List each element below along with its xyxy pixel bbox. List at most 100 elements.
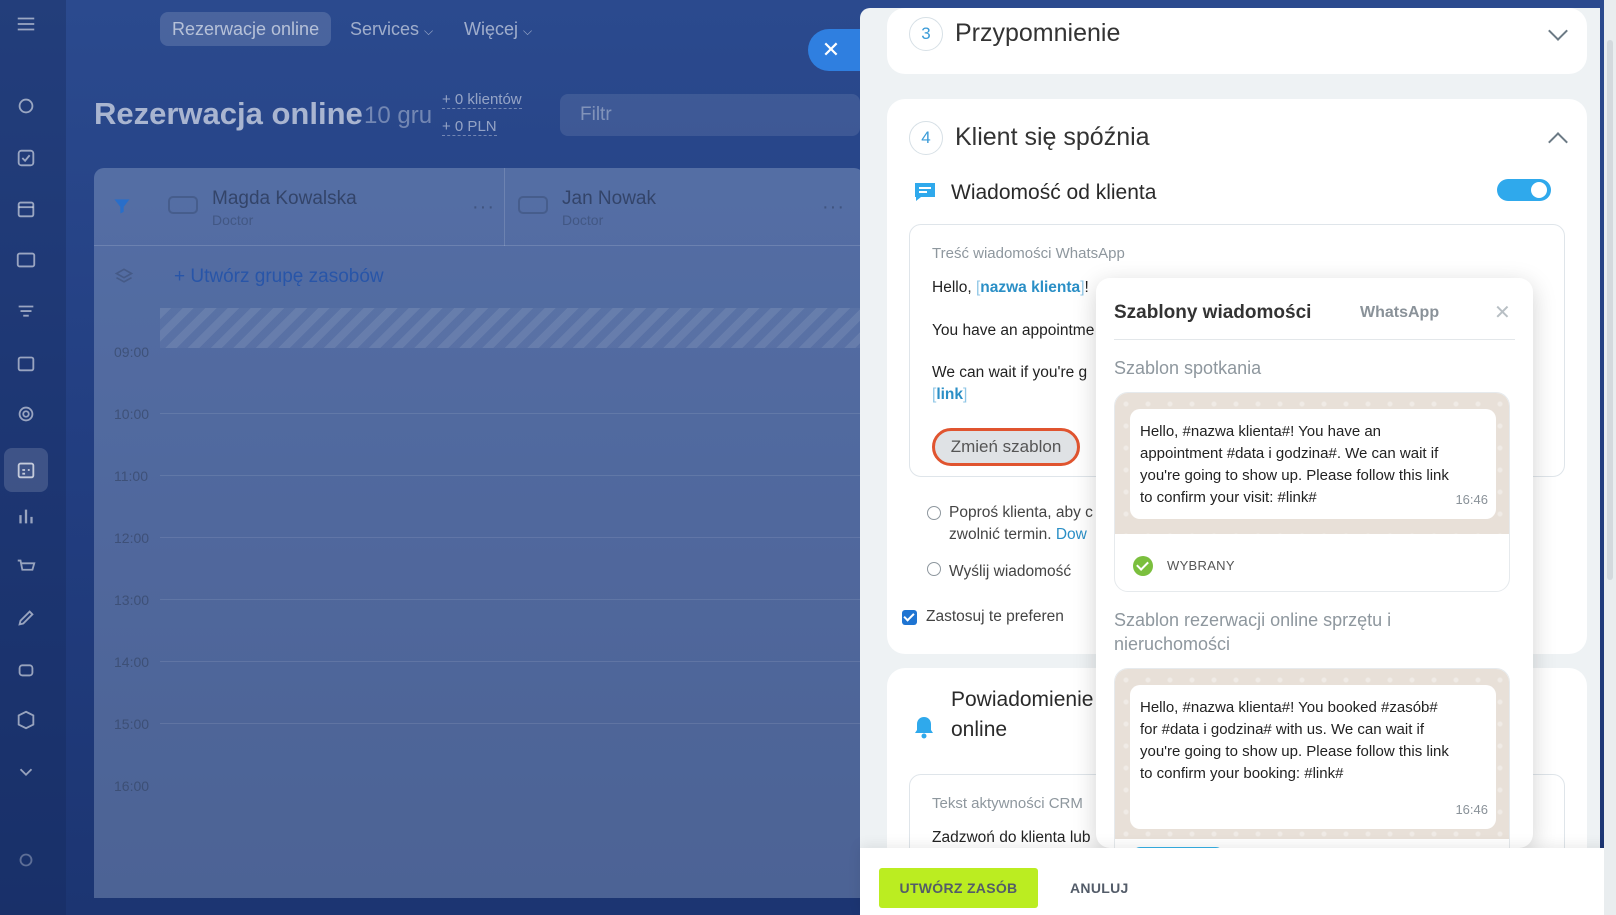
- create-resource-group-label: Utwórz grupę zasobów: [190, 266, 384, 287]
- analytics-icon[interactable]: [12, 502, 40, 530]
- close-slider-button[interactable]: ✕: [808, 29, 868, 71]
- panel-footer: UTWÓRZ ZASÓB ANULUJ: [860, 848, 1616, 915]
- message-line: We can wait if you're g: [932, 364, 1088, 381]
- crm-activity-label: Tekst aktywności CRM: [932, 795, 1083, 812]
- step-number: 4: [909, 121, 943, 155]
- close-icon[interactable]: ✕: [1494, 300, 1511, 325]
- nav-services-label: Services: [350, 19, 420, 39]
- client-name-variable[interactable]: nazwa klienta: [980, 279, 1080, 296]
- scrollbar[interactable]: [1604, 0, 1616, 915]
- funnel-icon[interactable]: [12, 298, 40, 326]
- create-resource-button[interactable]: UTWÓRZ ZASÓB: [879, 868, 1038, 908]
- apply-preferences-checkbox[interactable]: [902, 610, 917, 625]
- hour-label: 13:00: [114, 592, 150, 608]
- cart-icon[interactable]: [12, 553, 40, 581]
- hint-text: zwolnić termin. Dow: [949, 526, 1087, 544]
- cancel-button[interactable]: ANULUJ: [1070, 868, 1129, 908]
- bell-icon: [913, 715, 935, 744]
- sign-icon[interactable]: [12, 604, 40, 632]
- section-appointment-template: Szablon spotkania: [1114, 358, 1262, 378]
- hour-line: [160, 723, 864, 724]
- hour-line: [160, 661, 864, 662]
- resource-name: Magda Kowalska: [212, 188, 357, 209]
- grid-header: Magda Kowalska Doctor ··· Jan Nowak Doct…: [94, 168, 864, 246]
- message-text: Hello,: [932, 279, 976, 296]
- message-line: Hello, [nazwa klienta]!: [932, 279, 1089, 296]
- client-message-label: Wiadomość od klienta: [951, 181, 1157, 204]
- check-circle-icon: [1133, 556, 1153, 576]
- hint-text-part: zwolnić termin.: [949, 526, 1056, 543]
- page-date[interactable]: 10 gru: [364, 102, 432, 130]
- step-reminder-card[interactable]: 3 Przypomnienie: [887, 8, 1587, 74]
- resource-column[interactable]: Magda Kowalska Doctor: [212, 188, 357, 228]
- hour-label: 09:00: [114, 344, 150, 360]
- clients-count[interactable]: + 0 klientów: [442, 91, 522, 109]
- calendar-icon[interactable]: [12, 195, 40, 223]
- step-number: 3: [909, 17, 943, 51]
- nav-services[interactable]: Services ⌵: [350, 12, 433, 46]
- clock-icon: [927, 562, 941, 576]
- scrollbar-thumb[interactable]: [1607, 40, 1613, 580]
- target-icon[interactable]: [12, 400, 40, 428]
- store-icon[interactable]: [12, 349, 40, 377]
- resource-name: Jan Nowak: [562, 188, 656, 209]
- hour-label: 10:00: [114, 406, 150, 422]
- filter-input[interactable]: Filtr: [560, 94, 860, 136]
- more-icon[interactable]: ···: [472, 196, 495, 219]
- message-time: 16:46: [1455, 492, 1488, 507]
- chevron-down-icon: ⌵: [424, 24, 434, 38]
- template-card-resource-booking[interactable]: Hello, #nazwa klienta#! You booked #zasó…: [1114, 668, 1510, 848]
- hour-label: 15:00: [114, 716, 150, 732]
- chevron-down-icon[interactable]: [12, 758, 40, 786]
- layers-icon: [114, 266, 134, 291]
- resource-role: Doctor: [212, 212, 254, 228]
- column-divider: [504, 168, 505, 246]
- chevron-up-icon[interactable]: [1548, 132, 1568, 152]
- message-bubble: Hello, #nazwa klienta#! You have an appo…: [1130, 409, 1496, 519]
- hour-line: [160, 475, 864, 476]
- box-icon[interactable]: [12, 706, 40, 734]
- resource-role: Doctor: [562, 212, 604, 228]
- booking-calendar-icon[interactable]: [4, 448, 48, 492]
- settings-icon[interactable]: [12, 846, 40, 874]
- bot-icon[interactable]: [12, 655, 40, 683]
- notification-title: online: [951, 718, 1008, 741]
- menu-icon[interactable]: [12, 10, 40, 38]
- templates-title: Szablony wiadomości: [1114, 302, 1312, 323]
- create-resource-group-link[interactable]: + Utwórz grupę zasobów: [174, 266, 384, 288]
- chat-icon: [913, 181, 937, 208]
- tasks-icon[interactable]: [12, 144, 40, 172]
- hour-label: 12:00: [114, 530, 150, 546]
- crm-icon[interactable]: [12, 92, 40, 120]
- hour-line: [160, 537, 864, 538]
- nav-more-label: Więcej: [464, 19, 519, 39]
- page-title: Rezerwacja online: [94, 96, 363, 131]
- chevron-down-icon[interactable]: [1548, 21, 1568, 41]
- resource-icon: [518, 196, 548, 214]
- whatsapp-tab[interactable]: WhatsApp: [1360, 304, 1439, 322]
- link-variable[interactable]: link: [936, 386, 963, 403]
- template-text: Hello, #nazwa klienta#! You booked #zasó…: [1140, 699, 1449, 782]
- details-link[interactable]: Dow: [1056, 526, 1087, 543]
- chevron-down-icon: ⌵: [523, 24, 533, 38]
- left-sidebar: [0, 0, 66, 915]
- revenue-amount[interactable]: + 0 PLN: [442, 118, 497, 136]
- contacts-icon[interactable]: [12, 246, 40, 274]
- template-text: Hello, #nazwa klienta#! You have an appo…: [1140, 423, 1449, 506]
- resource-column[interactable]: Jan Nowak Doctor: [562, 188, 656, 228]
- nav-more[interactable]: Więcej ⌵: [464, 12, 532, 46]
- template-card-appointment[interactable]: Hello, #nazwa klienta#! You have an appo…: [1114, 392, 1510, 592]
- message-bubble: Hello, #nazwa klienta#! You booked #zasó…: [1130, 685, 1496, 829]
- filter-icon[interactable]: [112, 196, 132, 221]
- close-icon: ✕: [821, 37, 841, 62]
- section-resource-booking-template: Szablon rezerwacji online sprzętu i nier…: [1114, 610, 1392, 654]
- change-template-button[interactable]: Zmień szablon: [932, 428, 1080, 466]
- nav-online-booking[interactable]: Rezerwacje online: [160, 12, 332, 46]
- crm-activity-text: Zadzwoń do klienta lub: [932, 829, 1091, 846]
- apply-preferences-label: Zastosuj te preferen: [926, 608, 1064, 625]
- client-message-toggle[interactable]: [1497, 179, 1551, 201]
- message-box-label: Treść wiadomości WhatsApp: [932, 245, 1125, 262]
- notification-title: Powiadomienie: [951, 688, 1094, 711]
- more-icon[interactable]: ···: [822, 196, 845, 219]
- step-title: Klient się spóźnia: [955, 123, 1150, 151]
